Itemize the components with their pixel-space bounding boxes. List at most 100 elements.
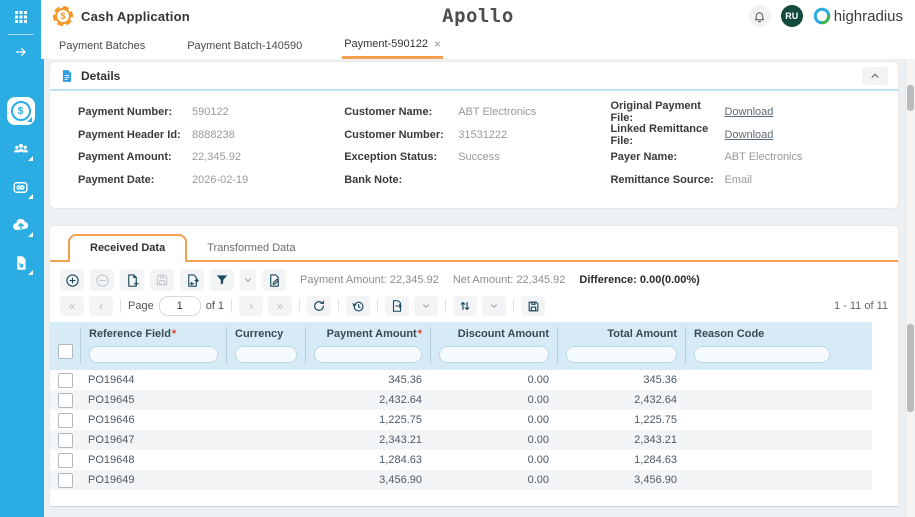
column-header-payment-amount[interactable]: Payment Amount* [314,327,422,342]
filter-input-reason-code[interactable] [694,346,830,363]
export-button[interactable] [385,296,410,316]
filter-input-reference-field[interactable] [89,346,218,363]
user-avatar[interactable]: RU [780,5,803,27]
floppy-icon [528,301,538,311]
sidebar-item-cash-app[interactable]: $ [6,97,35,125]
row-checkbox[interactable] [57,452,73,468]
cell-reference: PO19647 [88,434,135,446]
apps-grid-icon[interactable] [0,0,41,34]
filter-input-discount-amount[interactable] [439,346,549,363]
sidebar-item-cloud-upload[interactable] [7,211,35,239]
field-label: Payment Header Id: [78,128,181,141]
table-body: PO19644 345.36 0.00 345.36 PO19645 2,432… [50,370,872,490]
close-tab-icon[interactable]: × [434,38,441,50]
sort-arrows-icon [460,301,470,311]
notification-bell-icon[interactable] [748,5,771,27]
scrollbar-thumb[interactable] [907,85,914,111]
cell-discount-amount: 0.00 [527,394,549,406]
column-header-discount-amount[interactable]: Discount Amount [439,327,549,342]
amount-summary: Payment Amount: 22,345.92 Net Amount: 22… [300,274,700,286]
save-button[interactable] [150,269,174,291]
cell-reference: PO19644 [88,374,135,386]
expand-sidebar-icon[interactable] [0,35,41,69]
filter-input-total-amount[interactable] [566,346,677,363]
filter-options-chevron[interactable] [240,269,256,291]
download-original-payment-file-link[interactable]: Download [724,106,773,118]
app-window: $ $ Cash Application Apollo RU highradiu… [0,0,915,517]
filter-input-currency[interactable] [235,346,297,363]
download-linked-remittance-file-link[interactable]: Download [724,129,773,141]
table-header: Reference Field* Currency Payment Amount… [50,322,872,370]
tab-payment[interactable]: Payment-590122 × [342,32,443,59]
add-row-button[interactable] [60,269,84,291]
cell-total-amount: 2,343.21 [634,434,677,446]
floppy-icon [156,274,168,286]
field-value: 2026-02-19 [192,173,249,186]
filter-button[interactable] [210,269,234,291]
row-checkbox[interactable] [57,372,73,388]
row-checkbox[interactable] [57,392,73,408]
table-row[interactable]: PO19647 2,343.21 0.00 2,343.21 [50,430,872,450]
field-label: Remittance Source: [610,173,714,186]
export-options-chevron[interactable] [414,296,439,316]
table-row[interactable]: PO19646 1,225.75 0.00 1,225.75 [50,410,872,430]
add-file-button[interactable] [120,269,144,291]
tab-payment-batches[interactable]: Payment Batches [57,32,147,59]
page-number-input[interactable] [158,296,201,316]
field-value: Success [458,151,500,164]
table-row[interactable]: PO19648 1,284.63 0.00 1,284.63 [50,450,872,470]
field-value: 8888238 [192,128,235,141]
tab-received-data[interactable]: Received Data [68,234,188,262]
collapse-details-button[interactable] [862,66,888,85]
breadcrumb-tabs: Payment Batches Payment Batch-140590 Pay… [41,32,915,59]
row-checkbox[interactable] [57,412,73,428]
app-title: Cash Application [81,8,190,24]
tab-transformed-data[interactable]: Transformed Data [187,236,315,260]
column-header-reference-field[interactable]: Reference Field* [89,327,218,342]
customers-icon [13,143,28,153]
cell-reference: PO19645 [88,394,135,406]
sidebar-item-linked-payments[interactable] [7,173,35,201]
table-row[interactable]: PO19645 2,432.64 0.00 2,432.64 [50,390,872,410]
row-checkbox[interactable] [57,432,73,448]
history-button[interactable] [346,296,371,316]
remove-row-button[interactable] [90,269,114,291]
save-layout-button[interactable] [521,296,546,316]
vertical-scrollbar[interactable] [905,59,915,517]
chevron-down-icon [423,304,430,308]
cash-application-logo-icon: $ [53,6,73,26]
column-header-total-amount[interactable]: Total Amount [566,327,677,342]
next-page-button[interactable]: › [239,296,264,316]
tab-payment-batch[interactable]: Payment Batch-140590 [185,32,304,59]
details-title: Details [81,68,121,83]
file-edit-icon [269,273,279,287]
update-file-button[interactable] [180,269,204,291]
column-header-currency[interactable]: Currency [235,327,297,342]
sidebar-nav: $ [6,97,35,277]
field-value: ABT Electronics [458,106,537,119]
filter-input-payment-amount[interactable] [314,346,422,363]
field-label: Payment Amount: [78,151,172,164]
last-page-button[interactable]: » [268,296,293,316]
sidebar-item-documents[interactable] [7,249,35,277]
sort-button[interactable] [453,296,478,316]
first-page-button[interactable]: « [60,296,84,316]
grid-scrollbar-thumb[interactable] [907,324,914,412]
field-label: Exception Status: [344,151,438,164]
edit-file-button[interactable] [262,269,286,291]
row-range-label: 1 - 11 of 11 [833,300,888,312]
sidebar-item-customers[interactable] [7,135,35,163]
field-value: 31531222 [458,128,508,141]
select-all-checkbox[interactable] [57,344,73,359]
refresh-button[interactable] [307,296,332,316]
previous-page-button[interactable]: ‹ [89,296,113,316]
required-asterisk: * [417,328,422,340]
link-icon [13,181,28,193]
sort-options-chevron[interactable] [482,296,507,316]
table-row[interactable]: PO19649 3,456.90 0.00 3,456.90 [50,470,872,490]
row-checkbox[interactable] [57,472,73,488]
file-arrows-icon [187,273,199,287]
cell-reference: PO19646 [88,414,135,426]
column-header-reason-code[interactable]: Reason Code [694,327,864,342]
table-row[interactable]: PO19644 345.36 0.00 345.36 [50,370,872,390]
